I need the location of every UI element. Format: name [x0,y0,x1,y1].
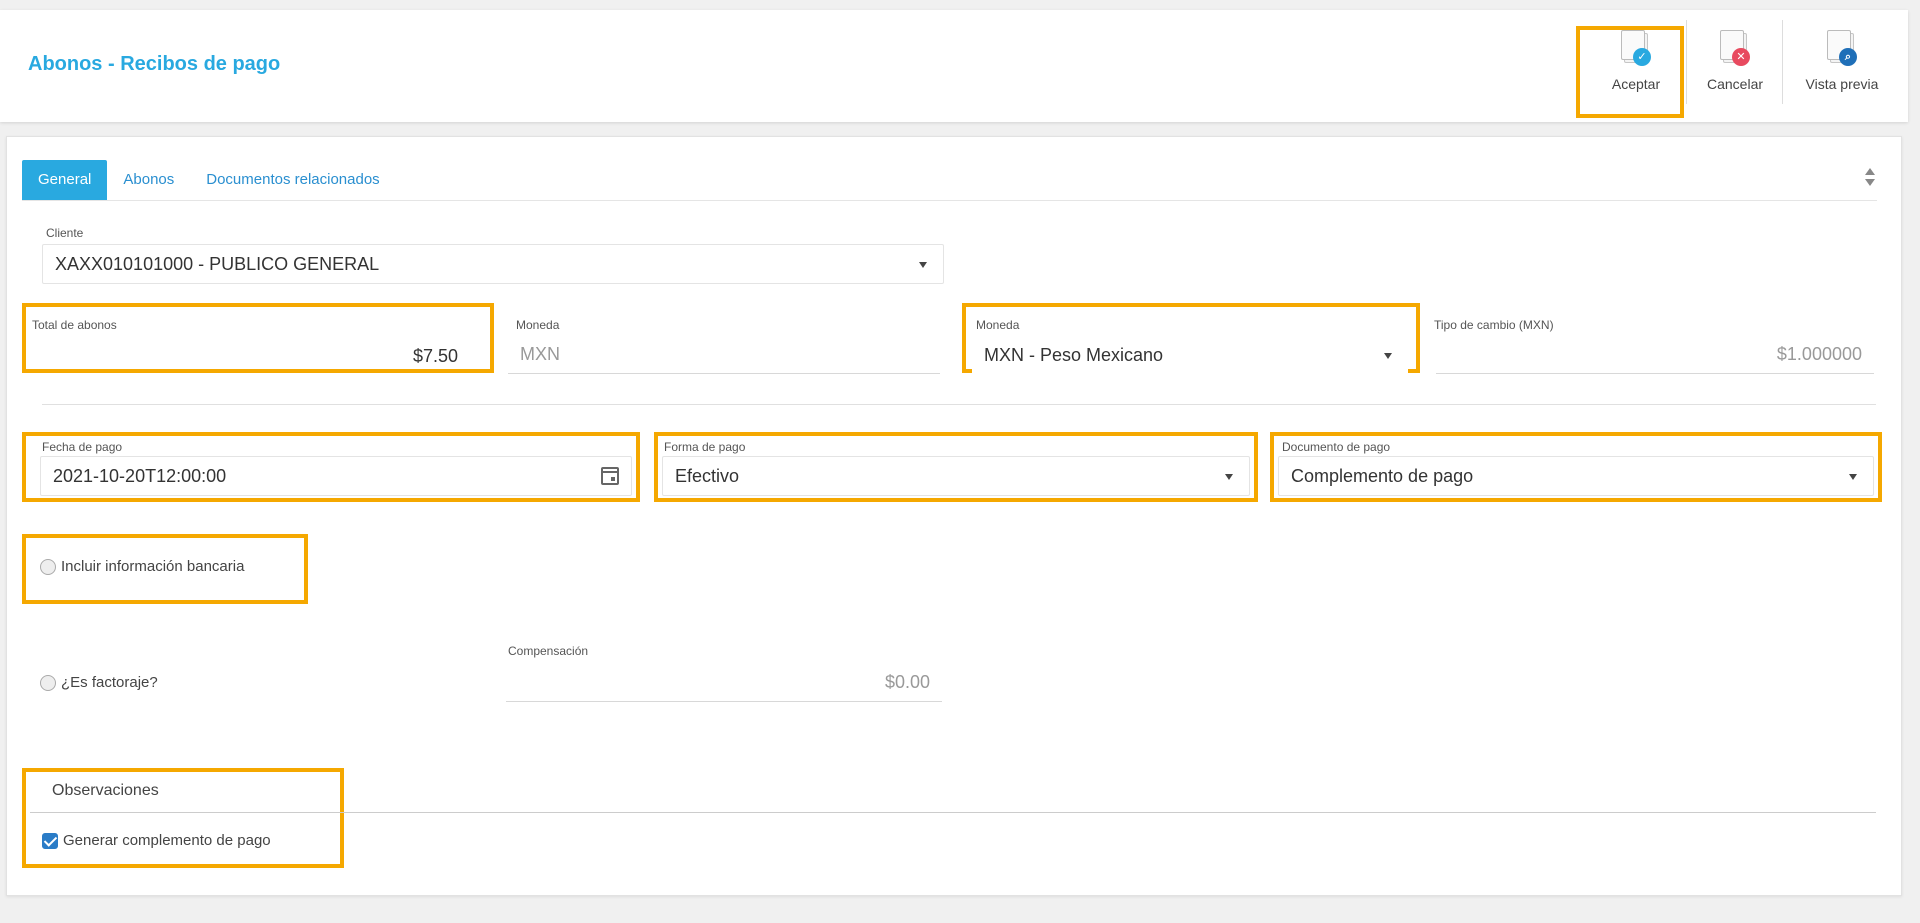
compensacion-field: $0.00 [506,662,942,702]
generar-complemento-label: Generar complemento de pago [63,832,271,849]
moneda-value: MXN - Peso Mexicano [984,345,1164,365]
tab-bar: General Abonos Documentos relacionados [22,160,396,200]
chevron-down-icon [1225,474,1233,480]
checkbox-unchecked-icon[interactable] [40,558,56,575]
preview-button[interactable]: ⌕ Vista previa [1788,14,1896,110]
document-cancel-icon: ✕ [1720,30,1750,66]
tipo-cambio-label: Tipo de cambio (MXN) [1434,318,1554,332]
observaciones-divider [30,812,1876,813]
factoraje-label: ¿Es factoraje? [61,674,158,691]
fecha-pago-value: 2021-10-20T12:00:00 [53,466,227,486]
tab-abonos[interactable]: Abonos [107,160,190,200]
scroll-arrows[interactable] [1862,164,1878,200]
total-abonos-field: $7.50 [412,346,458,366]
highlight-accept [1576,26,1684,118]
chevron-down-icon [1384,353,1392,359]
chevron-down-icon [919,262,927,268]
incluir-bancaria-label: Incluir información bancaria [61,558,245,575]
incluir-bancaria-checkbox[interactable]: Incluir información bancaria [40,558,244,575]
moneda-ro-label: Moneda [516,318,560,332]
generar-complemento-checkbox[interactable]: Generar complemento de pago [42,832,271,849]
compensacion-label: Compensación [508,644,589,658]
moneda-ro-field: MXN [508,334,940,374]
document-preview-icon: ⌕ [1827,30,1857,66]
observaciones-title: Observaciones [52,782,159,799]
calendar-icon[interactable] [601,467,619,485]
fecha-pago-input[interactable]: 2021-10-20T12:00:00 [40,456,632,496]
tab-general[interactable]: General [22,160,108,200]
preview-label: Vista previa [1805,76,1879,92]
cliente-select[interactable]: XAXX010101000 - PUBLICO GENERAL [42,244,944,284]
scroll-down-icon[interactable] [1865,179,1875,186]
documento-pago-value: Complemento de pago [1291,466,1474,486]
tab-documentos-relacionados[interactable]: Documentos relacionados [190,160,395,200]
chevron-down-icon [1849,474,1857,480]
cancel-button[interactable]: ✕ Cancelar [1692,14,1778,110]
section-divider [42,404,1876,405]
forma-pago-value: Efectivo [675,466,740,486]
documento-pago-select[interactable]: Complemento de pago [1278,456,1874,496]
page-title: Abonos - Recibos de pago [28,53,281,75]
forma-pago-select[interactable]: Efectivo [662,456,1250,496]
fecha-pago-label: Fecha de pago [42,440,123,454]
moneda-label: Moneda [976,318,1020,332]
checkbox-unchecked-icon[interactable] [40,674,56,691]
tipo-cambio-field: $1.000000 [1436,334,1874,374]
cliente-value: XAXX010101000 - PUBLICO GENERAL [55,254,380,274]
tab-divider [22,200,1877,201]
moneda-select[interactable]: MXN - Peso Mexicano [972,336,1408,376]
checkbox-checked-icon[interactable] [42,832,58,849]
forma-pago-label: Forma de pago [664,440,746,454]
factoraje-checkbox[interactable]: ¿Es factoraje? [40,674,158,691]
cliente-label: Cliente [46,226,84,240]
total-abonos-label: Total de abonos [32,318,117,332]
documento-pago-label: Documento de pago [1282,440,1391,454]
cancel-label: Cancelar [1706,76,1764,92]
toolbar-separator [1782,20,1783,104]
scroll-up-icon[interactable] [1865,168,1875,175]
toolbar-separator [1686,20,1687,104]
